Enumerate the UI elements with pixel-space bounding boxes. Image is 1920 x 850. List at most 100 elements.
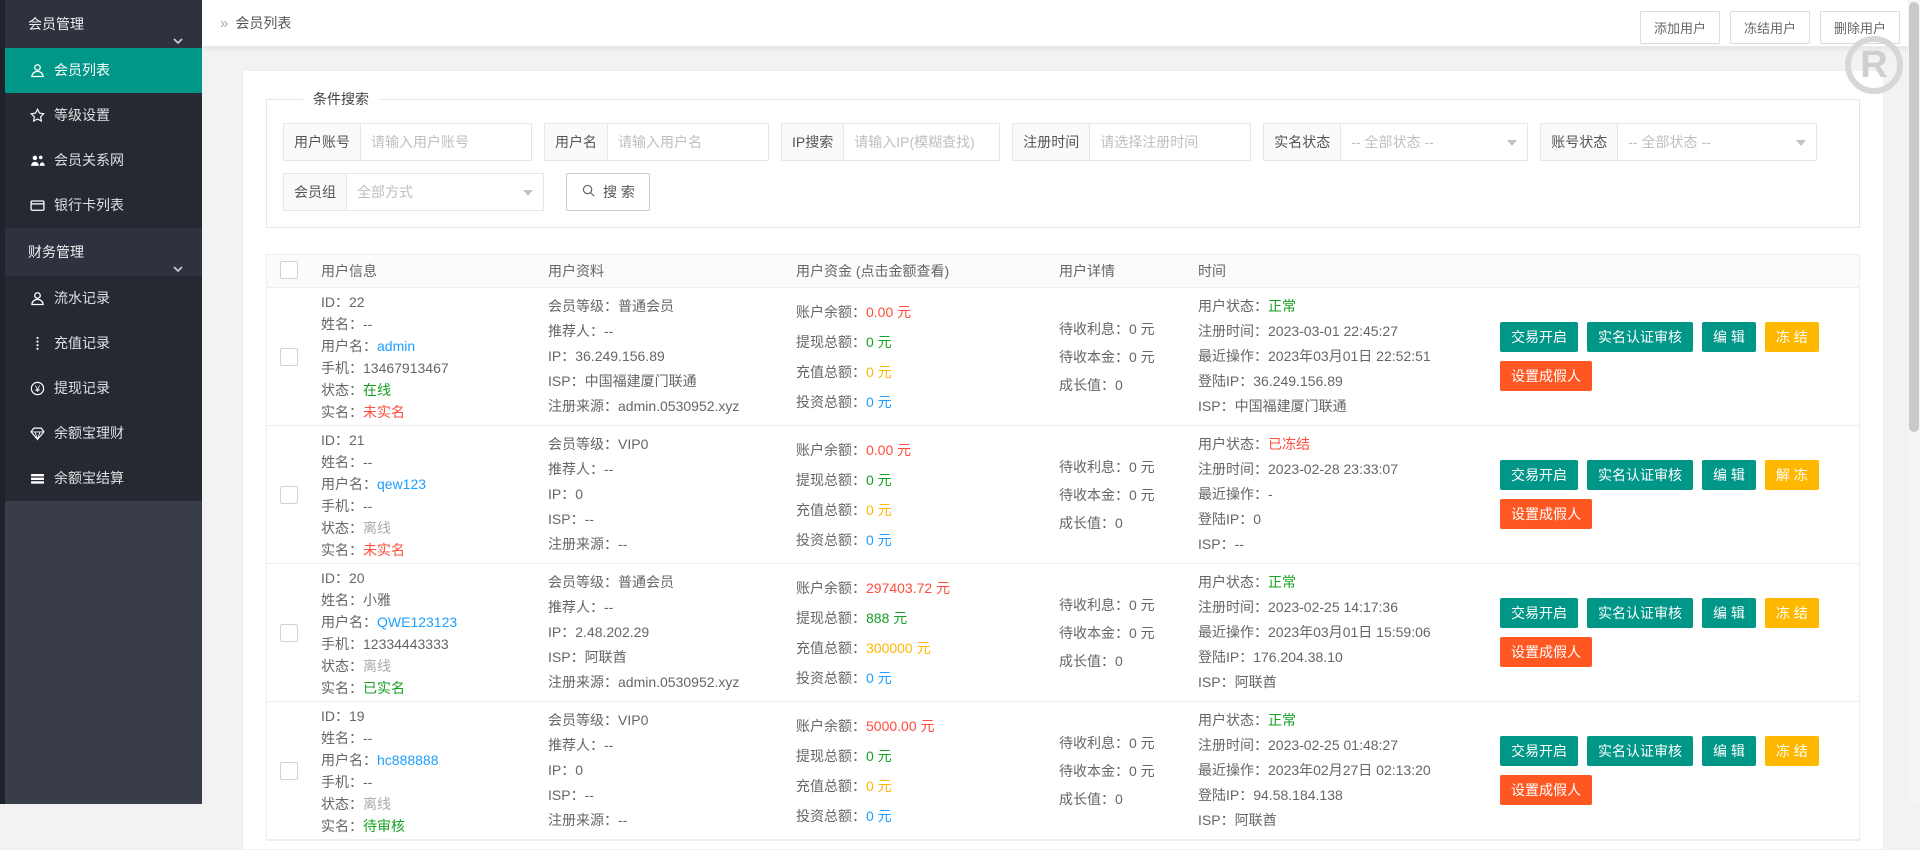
field-label: 登陆IP： [1198, 649, 1254, 665]
search-button[interactable]: 搜 索 [566, 173, 650, 211]
sidebar-item-余额宝理财[interactable]: 余额宝理财 [0, 411, 202, 456]
action-button-交易开启[interactable]: 交易开启 [1500, 598, 1578, 628]
field-line: 待收利息：0 元 [1059, 729, 1155, 757]
field-line: 注册时间：2023-02-25 01:48:27 [1198, 733, 1431, 758]
menu-group-1[interactable]: 财务管理 [0, 228, 202, 276]
row-checkbox[interactable] [280, 623, 298, 642]
action-button-交易开启[interactable]: 交易开启 [1500, 460, 1578, 490]
select-账号状态[interactable]: -- 全部状态 -- [1618, 124, 1816, 160]
field-label: 充值总额： [796, 501, 866, 518]
scrollbar-thumb[interactable] [1909, 2, 1919, 432]
row-checkbox[interactable] [280, 485, 298, 504]
action-button-编辑[interactable]: 编 辑 [1702, 598, 1756, 628]
action-button-实名认证审核[interactable]: 实名认证审核 [1587, 322, 1693, 352]
sidebar-item-余额宝结算[interactable]: 余额宝结算 [0, 456, 202, 501]
action-button-实名认证审核[interactable]: 实名认证审核 [1587, 460, 1693, 490]
select-实名状态[interactable]: -- 全部状态 -- [1341, 124, 1527, 160]
action-button-交易开启[interactable]: 交易开启 [1500, 322, 1578, 352]
action-button-交易开启[interactable]: 交易开启 [1500, 736, 1578, 766]
sidebar-item-等级设置[interactable]: 等级设置 [0, 93, 202, 138]
field-value: 阿联酋 [584, 649, 627, 665]
topbar-button-冻结用户[interactable]: 冻结用户 [1729, 11, 1810, 44]
field-value: 未实名 [363, 403, 405, 420]
select-all-checkbox[interactable] [280, 260, 298, 279]
action-button-实名认证审核[interactable]: 实名认证审核 [1587, 598, 1693, 628]
sidebar-item-提现记录[interactable]: ¥ 提现记录 [0, 366, 202, 411]
action-buttons-line1: 交易开启 实名认证审核编 辑冻 结 [1500, 736, 1819, 766]
action-button-实名认证审核[interactable]: 实名认证审核 [1587, 736, 1693, 766]
field-value[interactable]: 297403.72 元 [866, 580, 950, 596]
sidebar-item-充值记录[interactable]: 充值记录 [0, 321, 202, 366]
field-value[interactable]: 0 元 [866, 748, 892, 764]
field-line: IP：2.48.202.29 [548, 620, 739, 645]
action-button-设置成假人[interactable]: 设置成假人 [1500, 775, 1592, 805]
field-label: 姓名： [321, 453, 363, 470]
action-button-解冻[interactable]: 解 冻 [1764, 460, 1819, 490]
action-buttons-line2: 设置成假人 [1500, 361, 1819, 391]
select-会员组[interactable]: 全部方式 [347, 174, 543, 210]
field-value[interactable]: 0 元 [866, 808, 892, 824]
action-button-编辑[interactable]: 编 辑 [1702, 322, 1756, 352]
search-input-用户账号[interactable] [361, 124, 531, 160]
action-button-编辑[interactable]: 编 辑 [1702, 460, 1756, 490]
field-line: 投资总额：0 元 [796, 525, 911, 555]
search-field-label: 账号状态 [1541, 124, 1619, 160]
field-value[interactable]: 0 元 [866, 502, 892, 518]
field-line: ISP：阿联酋 [1198, 670, 1431, 695]
field-value[interactable]: qew123 [377, 476, 426, 492]
field-line: 注册来源：-- [548, 808, 648, 833]
row-checkbox[interactable] [280, 347, 298, 366]
field-label: 提现总额： [796, 747, 866, 764]
field-value[interactable]: 0 元 [866, 364, 892, 380]
action-button-冻结[interactable]: 冻 结 [1764, 598, 1819, 628]
field-label: 会员等级： [548, 574, 618, 590]
action-button-冻结[interactable]: 冻 结 [1764, 736, 1819, 766]
field-value[interactable]: 0 元 [866, 472, 892, 488]
user-time-cell: 用户状态：正常 注册时间：2023-02-25 01:48:27 最近操作：2023… [1198, 708, 1431, 833]
field-label: 手机： [321, 635, 363, 652]
action-button-设置成假人[interactable]: 设置成假人 [1500, 361, 1592, 391]
field-value[interactable]: 888 元 [866, 610, 907, 626]
field-value[interactable]: hc888888 [377, 752, 439, 768]
field-line: 用户名：QWE123123 [321, 611, 457, 633]
field-value[interactable]: admin [377, 338, 415, 354]
field-value[interactable]: 0 元 [866, 394, 892, 410]
action-button-设置成假人[interactable]: 设置成假人 [1500, 637, 1592, 667]
field-value: 正常 [1268, 298, 1296, 314]
field-line: ISP：阿联酋 [548, 645, 739, 670]
search-field-label: 用户名 [545, 124, 608, 160]
action-button-设置成假人[interactable]: 设置成假人 [1500, 499, 1592, 529]
user-time-cell: 用户状态：已冻结 注册时间：2023-02-28 23:33:07 最近操作：- 登陆… [1198, 432, 1398, 557]
field-value[interactable]: 0 元 [866, 334, 892, 350]
sidebar-item-银行卡列表[interactable]: 银行卡列表 [0, 183, 202, 228]
field-label: 充值总额： [796, 777, 866, 794]
field-line: 实名：未实名 [321, 539, 426, 561]
field-value[interactable]: 0 元 [866, 670, 892, 686]
field-label: 手机： [321, 773, 363, 790]
field-value: -- [363, 773, 373, 790]
search-input-用户名[interactable] [608, 124, 768, 160]
search-input-IP搜索[interactable] [844, 124, 1000, 160]
menu-group-0[interactable]: 会员管理 [0, 0, 202, 48]
field-value: 0 元 [1129, 320, 1155, 337]
field-value[interactable]: QWE123123 [377, 614, 457, 630]
action-button-冻结[interactable]: 冻 结 [1764, 322, 1819, 352]
field-label: IP： [548, 348, 576, 364]
field-value: 正常 [1268, 574, 1296, 590]
field-label: 成长值： [1059, 652, 1115, 669]
field-value[interactable]: 0 元 [866, 778, 892, 794]
topbar-button-添加用户[interactable]: 添加用户 [1639, 11, 1720, 44]
field-value[interactable]: 5000.00 元 [866, 718, 935, 734]
field-value[interactable]: 300000 元 [866, 640, 931, 656]
search-input-注册时间[interactable] [1090, 124, 1251, 160]
field-value[interactable]: 0.00 元 [866, 442, 911, 458]
field-value: 13467913467 [363, 359, 449, 376]
field-value: 0 [575, 762, 584, 778]
action-button-编辑[interactable]: 编 辑 [1702, 736, 1756, 766]
field-label: IP： [548, 762, 576, 778]
field-value[interactable]: 0 元 [866, 532, 892, 548]
field-value[interactable]: 0.00 元 [866, 304, 911, 320]
field-line: ISP：-- [1198, 532, 1398, 557]
row-checkbox[interactable] [280, 761, 298, 780]
sidebar-item-会员关系网[interactable]: 会员关系网 [0, 138, 202, 183]
